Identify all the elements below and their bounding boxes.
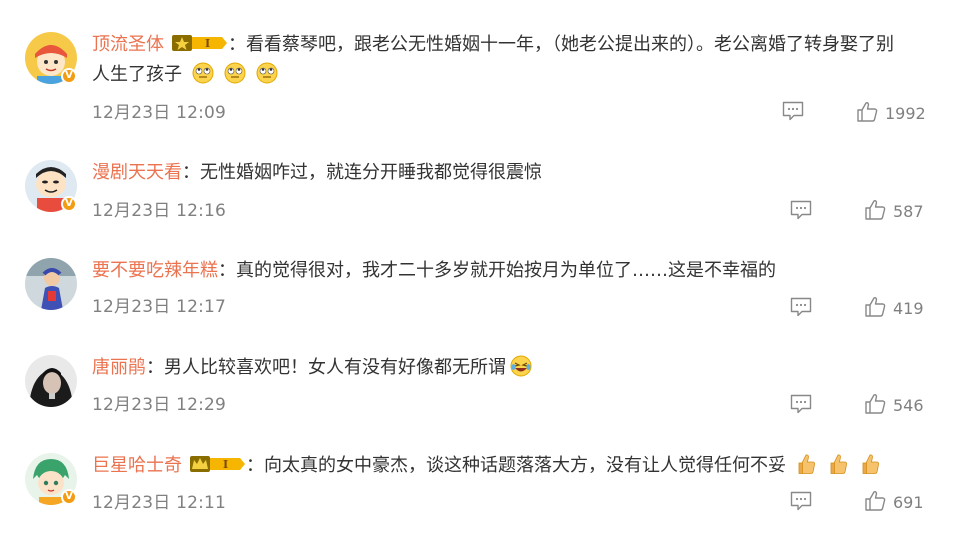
thumbs-up-icon [865,200,886,220]
avatar[interactable] [25,355,77,407]
comment-text: ：向太真的女中豪杰，谈这种话题落落大方，没有让人觉得任何不妥 [246,455,786,476]
reply-button[interactable] [790,200,812,220]
avatar[interactable]: V [25,32,77,84]
thumbs-up-icon [865,394,886,414]
comment-icon [790,297,812,317]
eye-roll-icon [256,62,278,84]
like-count: 419 [893,299,924,318]
comment-text: ：无性婚姻咋过，就连分开睡我都觉得很震惊 [182,162,542,183]
eye-roll-icon [192,62,214,84]
username-link[interactable]: 漫剧天天看 [92,162,182,183]
verified-badge-icon: V [61,196,77,212]
timestamp: 12月23日 12:11 [92,493,227,513]
comment-icon [790,394,812,414]
comment-text: ：看看蔡琴吧，跟老公无性婚姻十一年，（她老公提出来的）。老公离婚了转身娶了别 [228,34,894,55]
like-button[interactable] [856,101,878,127]
timestamp: 12月23日 12:17 [92,297,227,317]
username-link[interactable]: 巨星哈士奇 [92,455,182,476]
like-button[interactable] [864,490,886,516]
thumbs-up-icon [865,297,886,317]
verified-badge-icon: V [61,68,77,84]
laugh-cry-icon [510,355,532,377]
reply-button[interactable] [782,101,804,121]
avatar[interactable]: V [25,160,77,212]
timestamp: 12月23日 12:09 [92,103,227,123]
vip-level: I [223,458,228,471]
like-count: 691 [893,493,924,512]
timestamp: 12月23日 12:16 [92,201,227,221]
username-link[interactable]: 要不要吃辣年糕 [92,260,218,281]
thumbs-up-emoji-icon [828,453,850,475]
comment-icon [790,200,812,220]
username-link[interactable]: 唐丽鹃 [92,357,146,378]
like-count: 546 [893,396,924,415]
like-count: 587 [893,202,924,221]
vip-badge-icon[interactable]: I [172,33,228,53]
comment-line: 顶流圣体 I ：看看蔡琴吧，跟老公无性婚姻十一年，（她老公提出来的）。老公离婚了… [92,30,894,60]
username-link[interactable]: 顶流圣体 [92,34,164,55]
thumbs-up-emoji-icon [796,453,818,475]
reply-button[interactable] [790,394,812,414]
comment-icon [790,491,812,511]
thumbs-up-icon [857,102,878,122]
like-count: 1992 [885,104,926,123]
thumbs-up-emoji-icon [860,453,882,475]
reply-button[interactable] [790,491,812,511]
comment-line: 漫剧天天看：无性婚姻咋过，就连分开睡我都觉得很震惊 [92,158,542,188]
avatar[interactable]: V [25,453,77,505]
comment-line: 要不要吃辣年糕：真的觉得很对，我才二十多岁就开始按月为单位了……这是不幸福的 [92,256,776,286]
like-button[interactable] [864,296,886,322]
timestamp: 12月23日 12:29 [92,395,227,415]
verified-badge-icon: V [61,489,77,505]
comment-text: ：男人比较喜欢吧！女人有没有好像都无所谓 [146,357,506,378]
thumbs-up-icon [865,491,886,511]
comment-line-2: 人生了孩子 [92,60,278,90]
avatar[interactable] [25,258,77,310]
comment-line: 巨星哈士奇 I ：向太真的女中豪杰，谈这种话题落落大方，没有让人觉得任何不妥 [92,451,882,481]
comment-icon [782,101,804,121]
vip-badge-icon[interactable]: I [190,454,246,474]
like-button[interactable] [864,393,886,419]
comment-line: 唐丽鹃：男人比较喜欢吧！女人有没有好像都无所谓 [92,353,532,383]
comment-text: 人生了孩子 [92,64,182,85]
like-button[interactable] [864,199,886,225]
reply-button[interactable] [790,297,812,317]
comment-text: ：真的觉得很对，我才二十多岁就开始按月为单位了……这是不幸福的 [218,260,776,281]
vip-level: I [205,37,210,50]
eye-roll-icon [224,62,246,84]
